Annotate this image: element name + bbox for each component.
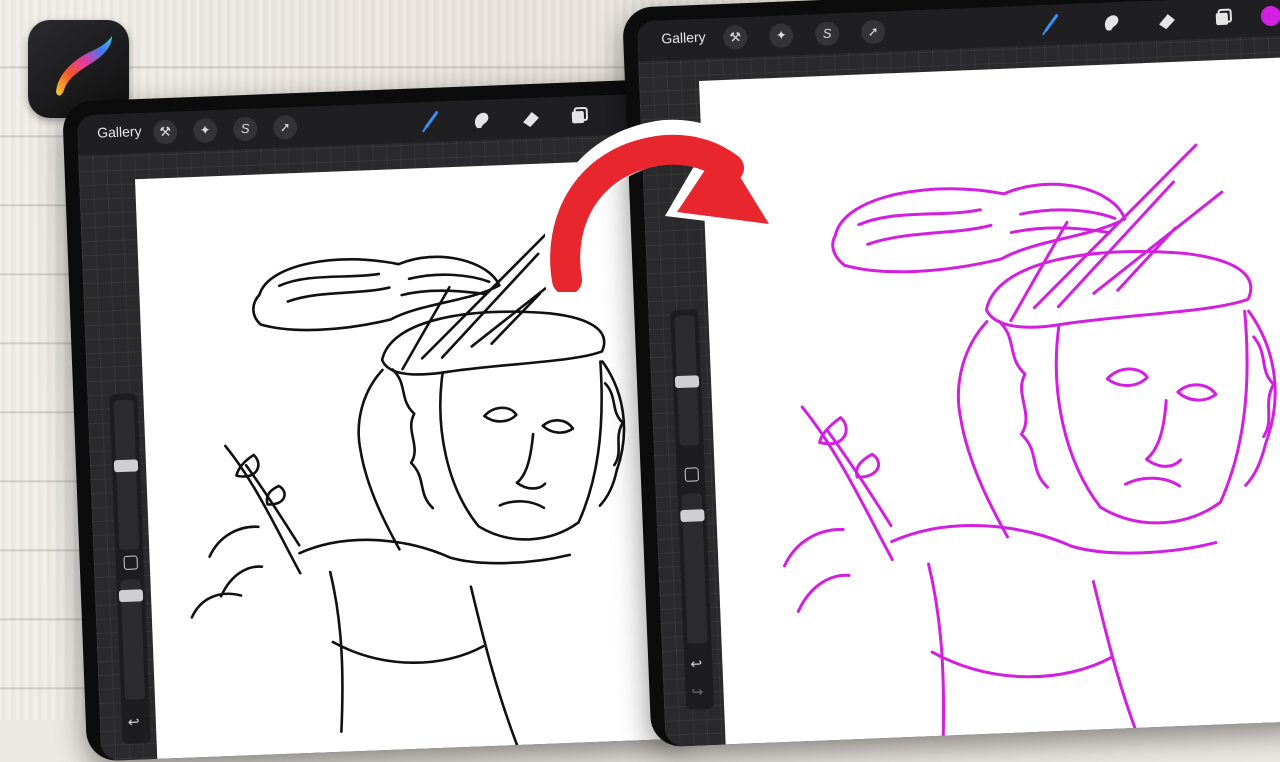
opacity-thumb[interactable] (680, 509, 705, 523)
wrench-icon[interactable]: ⚒ (722, 25, 748, 50)
eraser-icon[interactable] (516, 103, 545, 132)
layers-icon[interactable] (1208, 3, 1237, 32)
transform-arrow-icon[interactable]: ➚ (860, 19, 886, 45)
wrench-icon[interactable]: ⚒ (152, 119, 178, 145)
brush-size-thumb[interactable] (113, 459, 139, 473)
right-sidebar: ↩ ↪ (670, 309, 715, 710)
redo-button[interactable]: ↪ (691, 683, 703, 700)
opacity-slider[interactable] (118, 579, 145, 701)
active-color-swatch[interactable] (1260, 5, 1280, 27)
undo-button[interactable]: ↩ (128, 713, 140, 730)
red-curved-arrow (545, 119, 781, 292)
brush-size-thumb[interactable] (674, 375, 700, 389)
magic-wand-icon[interactable]: ✦ (192, 118, 218, 143)
opacity-thumb[interactable] (118, 589, 144, 603)
selection-s-icon[interactable]: S (232, 116, 258, 142)
smudge-icon[interactable] (466, 105, 495, 134)
modify-button[interactable] (123, 555, 138, 570)
eraser-icon[interactable] (1152, 6, 1181, 35)
bust-line-drawing-magenta (783, 143, 1277, 747)
undo-button[interactable]: ↩ (690, 655, 702, 672)
brush-size-slider[interactable] (674, 315, 700, 447)
brush-size-slider[interactable] (113, 399, 140, 551)
gallery-button[interactable]: Gallery (97, 123, 142, 141)
brush-icon[interactable] (1036, 10, 1065, 39)
smudge-icon[interactable] (1096, 8, 1125, 37)
opacity-slider[interactable] (680, 493, 708, 644)
gallery-button[interactable]: Gallery (661, 29, 706, 47)
modify-button[interactable] (684, 467, 700, 482)
brush-icon[interactable] (417, 107, 446, 136)
right-canvas[interactable] (698, 55, 1280, 747)
right-toolbar: Gallery ⚒ ✦ S ➚ (636, 0, 1280, 62)
transform-arrow-icon[interactable]: ➚ (272, 115, 298, 140)
magic-wand-icon[interactable]: ✦ (768, 23, 794, 49)
selection-s-icon[interactable]: S (814, 21, 840, 47)
